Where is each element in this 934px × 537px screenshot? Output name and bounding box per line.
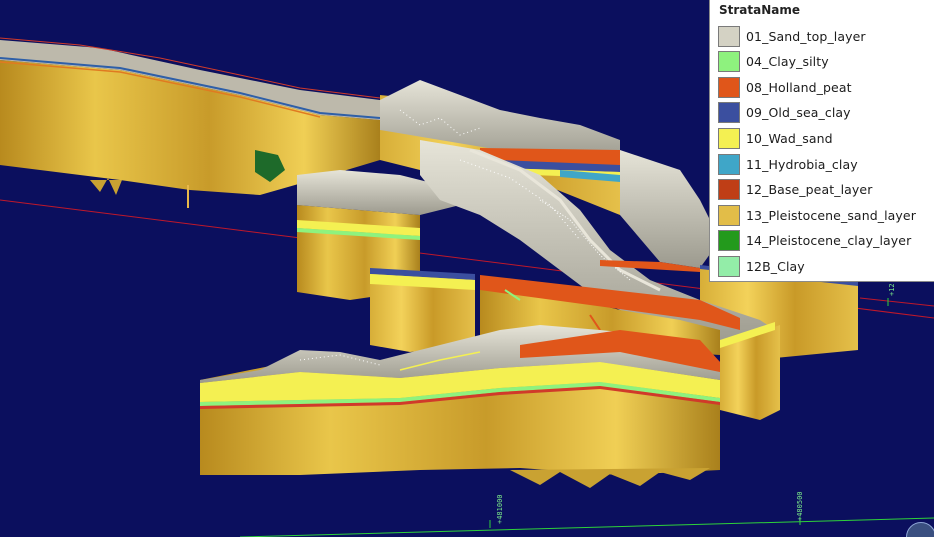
strata-legend: StrataName 01_Sand_top_layer 04_Clay_silt… [709, 0, 934, 282]
legend-swatch [718, 76, 740, 98]
legend-label: 11_Hydrobia_clay [746, 156, 858, 172]
legend-item: 08_Holland_peat [718, 76, 852, 98]
legend-swatch [718, 255, 740, 277]
legend-item: 01_Sand_top_layer [718, 25, 866, 47]
legend-label: 12_Base_peat_layer [746, 182, 873, 198]
axis-line [239, 517, 934, 537]
axis-tick-label: +481000 [496, 494, 504, 524]
legend-item: 11_Hydrobia_clay [718, 153, 858, 175]
legend-swatch [718, 51, 740, 73]
legend-swatch [718, 230, 740, 252]
legend-item: 14_Pleistocene_clay_layer [718, 230, 911, 252]
axis-tick-label: +12 [888, 283, 896, 296]
legend-label: 08_Holland_peat [746, 79, 852, 95]
grid-line [859, 297, 934, 307]
strata-block-front [200, 322, 780, 488]
legend-swatch [718, 153, 740, 175]
legend-label: 14_Pleistocene_clay_layer [746, 233, 912, 249]
legend-swatch [718, 25, 740, 47]
strata-block-center [370, 268, 475, 352]
legend-item: 09_Old_sea_clay [718, 102, 851, 124]
legend-title: StrataName [719, 3, 801, 17]
legend-item: 04_Clay_silty [718, 51, 829, 73]
legend-label: 13_Pleistocene_sand_layer [746, 207, 916, 223]
legend-label: 04_Clay_silty [746, 54, 829, 70]
legend-swatch [718, 127, 740, 149]
legend-swatch [718, 204, 740, 226]
legend-swatch [718, 102, 740, 124]
legend-item: 10_Wad_sand [718, 127, 833, 149]
legend-label: 09_Old_sea_clay [746, 105, 851, 121]
legend-label: 12B_Clay [746, 258, 805, 274]
legend-item: 12B_Clay [718, 255, 805, 277]
axis-tick-label: +480500 [796, 491, 804, 521]
legend-item: 12_Base_peat_layer [718, 179, 872, 201]
legend-label: 10_Wad_sand [746, 130, 833, 146]
legend-swatch [718, 179, 740, 201]
legend-item: 13_Pleistocene_sand_layer [718, 204, 916, 226]
legend-label: 01_Sand_top_layer [746, 28, 866, 44]
